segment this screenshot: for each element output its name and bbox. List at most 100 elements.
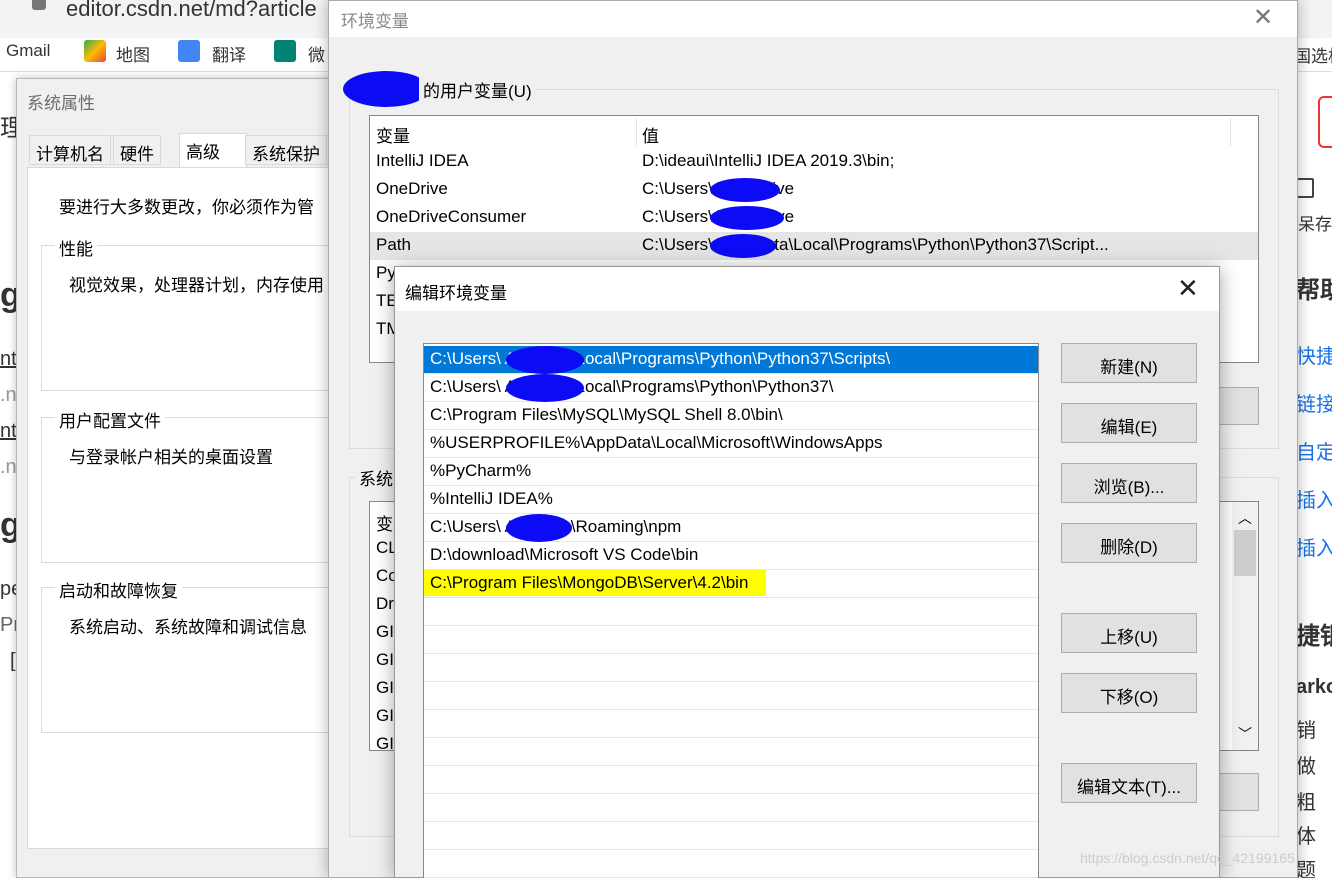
- variable-name[interactable]: GI: [376, 622, 394, 642]
- bg-fragment: 体: [1296, 826, 1316, 848]
- group-text: 视觉效果，处理器计划，内存使用: [69, 276, 324, 295]
- column-separator: [1230, 118, 1231, 146]
- path-list[interactable]: C:\Users\ AppData\Local\Programs\Python\…: [423, 343, 1039, 878]
- group-text: 系统启动、系统故障和调试信息: [69, 618, 307, 637]
- list-item-empty[interactable]: [424, 850, 1038, 878]
- path-text: C:\Program Files\MySQL\MySQL Shell 8.0\b…: [430, 405, 783, 424]
- bg-red-button: [1318, 96, 1332, 148]
- translate-icon: [178, 40, 200, 62]
- group-title: 启动和故障恢复: [55, 577, 182, 602]
- bg-fragment: .n: [0, 456, 17, 478]
- redaction-blob: [710, 178, 780, 202]
- scroll-down-icon[interactable]: ﹀: [1238, 724, 1252, 744]
- bg-fragment: 呆存: [1298, 215, 1332, 234]
- column-separator: [636, 118, 637, 146]
- bg-fragment: [: [10, 650, 16, 672]
- title-bar: [329, 1, 1297, 37]
- list-item[interactable]: C:\Program Files\MySQL\MySQL Shell 8.0\b…: [424, 402, 1038, 430]
- group-user-profiles: [41, 417, 341, 563]
- path-text: %USERPROFILE%\AppData\Local\Microsoft\Wi…: [430, 433, 883, 452]
- list-item[interactable]: %PyCharm%: [424, 458, 1038, 486]
- tab-computer-name[interactable]: 计算机名: [29, 135, 111, 165]
- table-row[interactable]: IntelliJ IDEA D:\ideaui\IntelliJ IDEA 20…: [370, 148, 1258, 176]
- table-row[interactable]: OneDriveConsumer C:\Users\ \OneDrive: [370, 204, 1258, 232]
- list-item-empty[interactable]: [424, 654, 1038, 682]
- move-down-button[interactable]: 下移(O): [1061, 673, 1197, 713]
- list-item[interactable]: %IntelliJ IDEA%: [424, 486, 1038, 514]
- close-icon[interactable]: ✕: [1177, 273, 1199, 304]
- list-item-empty[interactable]: [424, 738, 1038, 766]
- redaction-blob: [506, 374, 584, 402]
- column-header-value[interactable]: 值: [642, 118, 659, 146]
- tab-system-protection[interactable]: 系统保护: [245, 135, 327, 165]
- bookmark-gmail[interactable]: Gmail: [6, 41, 50, 61]
- group-text: 与登录帐户相关的桌面设置: [69, 448, 273, 467]
- group-title: 用户配置文件: [55, 407, 165, 432]
- group-performance: [41, 245, 341, 391]
- bg-fragment: 插入: [1296, 490, 1332, 512]
- group-title: 性能: [55, 235, 97, 260]
- bg-fragment: nt: [0, 420, 17, 442]
- scroll-thumb[interactable]: [1234, 530, 1256, 576]
- list-item-empty[interactable]: [424, 766, 1038, 794]
- path-text-highlighted: C:\Program Files\MongoDB\Server\4.2\bin: [424, 570, 767, 596]
- move-up-button[interactable]: 上移(U): [1061, 613, 1197, 653]
- dialog-title: 编辑环境变量: [405, 284, 507, 303]
- window-title: 系统属性: [27, 94, 95, 113]
- variable-name[interactable]: Dr: [376, 594, 394, 614]
- group-title: 的用户变量(U): [419, 77, 536, 102]
- group-startup-recovery: [41, 587, 341, 733]
- tab-advanced[interactable]: 高级: [179, 133, 247, 167]
- list-item-empty[interactable]: [424, 598, 1038, 626]
- redaction-blob: [343, 71, 429, 107]
- save-icon: [1296, 178, 1314, 198]
- variable-value: D:\ideaui\IntelliJ IDEA 2019.3\bin;: [642, 151, 895, 170]
- bg-fragment: 快捷银: [1296, 346, 1332, 368]
- edit-text-button[interactable]: 编辑文本(T)...: [1061, 763, 1197, 803]
- scrollbar[interactable]: ︿ ﹀: [1232, 502, 1258, 750]
- new-button[interactable]: 新建(N): [1061, 343, 1197, 383]
- lock-icon: [32, 0, 46, 10]
- variable-name: OneDriveConsumer: [376, 207, 527, 226]
- column-header-variable[interactable]: 变量: [376, 118, 410, 146]
- redaction-blob: [506, 346, 584, 374]
- list-item[interactable]: C:\Program Files\MongoDB\Server\4.2\bin: [424, 570, 1038, 598]
- list-item-empty[interactable]: [424, 626, 1038, 654]
- variable-name[interactable]: GI: [376, 706, 394, 726]
- path-text: C:\Users\ AppData\Local\Programs\Python\…: [430, 349, 891, 368]
- list-item[interactable]: %USERPROFILE%\AppData\Local\Microsoft\Wi…: [424, 430, 1038, 458]
- path-text: %IntelliJ IDEA%: [430, 489, 553, 508]
- variable-name[interactable]: GI: [376, 678, 394, 698]
- column-header-variable[interactable]: 变: [376, 510, 393, 535]
- tab-hardware[interactable]: 硬件: [113, 135, 161, 165]
- browse-button[interactable]: 浏览(B)...: [1061, 463, 1197, 503]
- scroll-up-icon[interactable]: ︿: [1238, 508, 1252, 528]
- table-row[interactable]: Path C:\Users\ \AppData\Local\Programs\P…: [370, 232, 1258, 260]
- bookmark-translate[interactable]: 翻译: [212, 41, 246, 66]
- close-icon[interactable]: ✕: [1253, 3, 1273, 32]
- variable-name[interactable]: GI: [376, 734, 394, 750]
- variable-name: OneDrive: [376, 179, 448, 198]
- admin-note: 要进行大多数更改，你必须作为管: [59, 198, 314, 217]
- list-item[interactable]: D:\download\Microsoft VS Code\bin: [424, 542, 1038, 570]
- list-item-empty[interactable]: [424, 794, 1038, 822]
- bookmark-maps[interactable]: 地图: [116, 41, 150, 66]
- address-bar[interactable]: editor.csdn.net/md?article: [66, 0, 317, 22]
- bg-fragment: 捷银: [1296, 623, 1332, 650]
- edit-environment-variable-dialog: 编辑环境变量 ✕ C:\Users\ AppData\Local\Program…: [394, 266, 1220, 878]
- list-item-empty[interactable]: [424, 710, 1038, 738]
- delete-button[interactable]: 删除(D): [1061, 523, 1197, 563]
- maps-icon: [84, 40, 106, 62]
- bg-fragment: .n: [0, 384, 17, 406]
- bookmark-bing[interactable]: 微: [308, 41, 325, 66]
- table-row[interactable]: OneDrive C:\Users\ \OneDrive: [370, 176, 1258, 204]
- variable-name[interactable]: GI: [376, 650, 394, 670]
- list-item-empty[interactable]: [424, 682, 1038, 710]
- bg-fragment: 粗: [1296, 792, 1316, 814]
- variable-name: IntelliJ IDEA: [376, 151, 469, 170]
- bing-icon: [274, 40, 296, 62]
- edit-button[interactable]: 编辑(E): [1061, 403, 1197, 443]
- system-properties-window: 系统属性 计算机名 硬件 高级 系统保护 要进行大多数更改，你必须作为管 性能 …: [16, 78, 341, 878]
- list-item-empty[interactable]: [424, 822, 1038, 850]
- path-text: %PyCharm%: [430, 461, 532, 480]
